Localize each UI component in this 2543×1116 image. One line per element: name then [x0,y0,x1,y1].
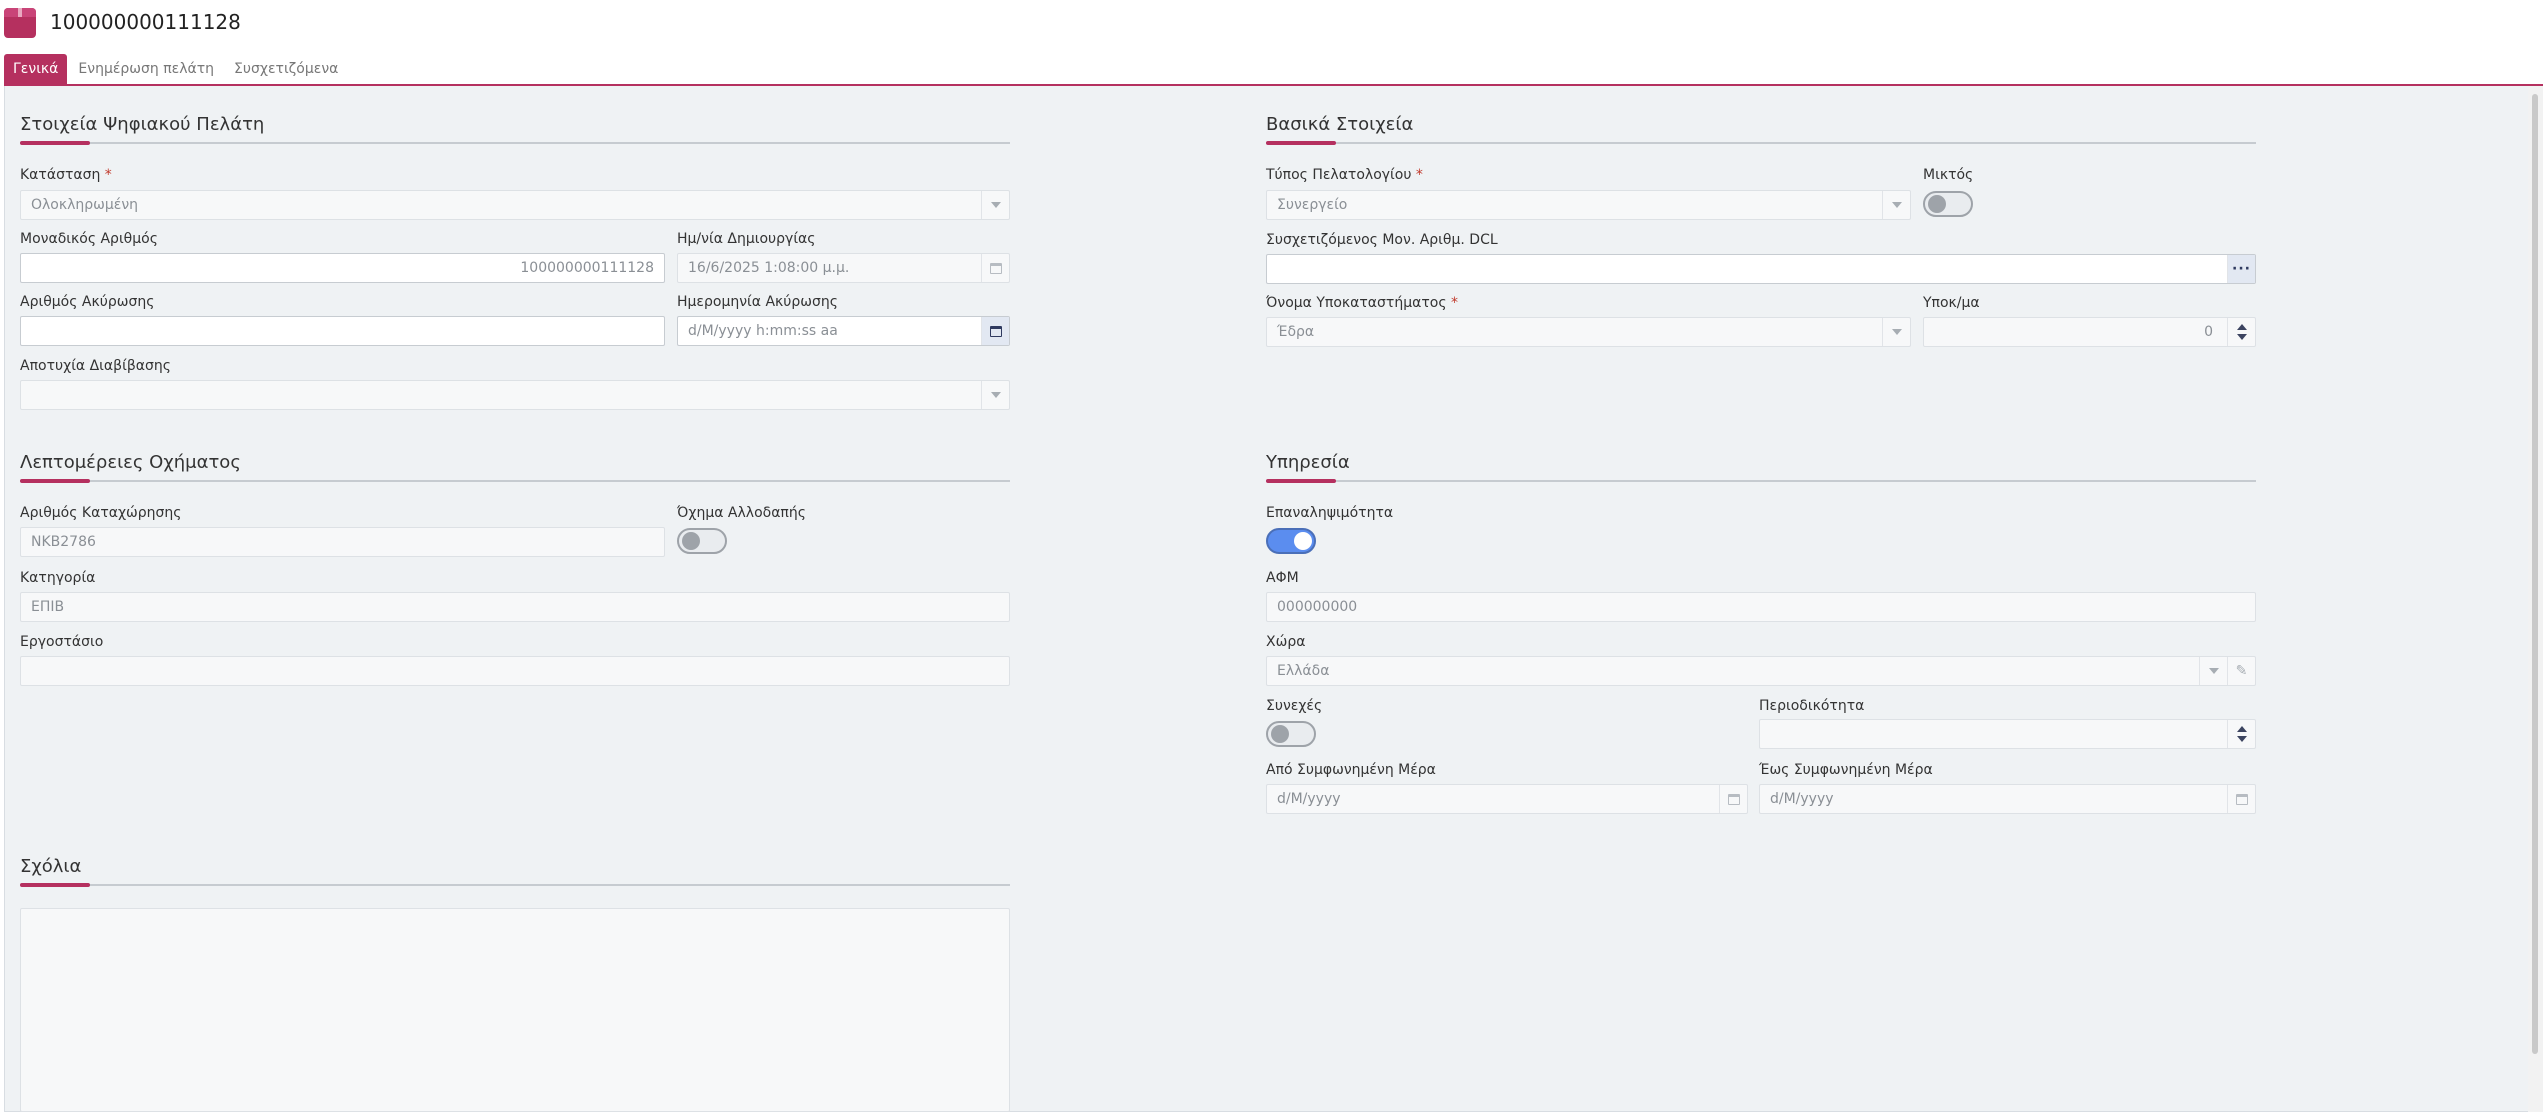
dcl-label: Συσχετιζόμενος Μον. Αριθμ. DCL [1266,232,1498,248]
scrollbar-thumb[interactable] [2532,94,2538,1054]
tab-bar: Γενικά Ενημέρωση πελάτη Συσχετιζόμενα [4,54,349,85]
created-date-field[interactable]: 16/6/2025 1:08:00 μ.μ. [677,253,1010,283]
calendar-icon [981,254,1009,282]
cancel-number-label: Αριθμός Ακύρωσης [20,294,155,310]
chevron-down-icon[interactable] [2199,657,2227,685]
calendar-icon[interactable] [1719,785,1747,813]
section-vehicle-details: Λεπτομέρειες Οχήματος [20,452,1010,483]
vertical-scrollbar[interactable] [2528,86,2543,1112]
chevron-down-icon[interactable] [1882,191,1910,219]
section-accent [20,141,90,145]
branch-name-label: Όνομα Υποκαταστήματος * [1266,295,1459,311]
calendar-icon[interactable] [2227,785,2255,813]
chevron-down-icon[interactable] [1882,318,1910,346]
foreign-vehicle-toggle[interactable] [677,528,727,554]
section-divider [1266,142,2256,144]
branch-number-field[interactable]: 0 [1923,317,2256,347]
factory-label: Εργοστάσιο [20,634,104,650]
calendar-icon[interactable] [981,317,1009,345]
continuous-toggle[interactable] [1266,721,1316,747]
cancel-number-field[interactable] [20,316,665,346]
factory-field[interactable] [20,656,1010,686]
mixed-toggle[interactable] [1923,191,1973,217]
spinner-arrows-icon[interactable] [2227,318,2255,346]
cancel-date-field[interactable]: d/M/yyyy h:mm:ss aa [677,316,1010,346]
category-field[interactable]: ΕΠΙΒ [20,592,1010,622]
comments-textarea[interactable] [20,908,1010,1112]
continuous-label: Συνεχές [1266,698,1323,714]
afm-label: ΑΦΜ [1266,570,1299,586]
country-select[interactable]: Ελλάδα ✎ [1266,656,2256,686]
section-divider [20,142,1010,144]
branch-number-label: Υποκ/μα [1923,295,1980,311]
category-label: Κατηγορία [20,570,96,586]
from-day-label: Από Συμφωνημένη Μέρα [1266,762,1436,778]
chevron-down-icon[interactable] [981,191,1009,219]
to-day-field[interactable]: d/M/yyyy [1759,784,2256,814]
repeatability-toggle[interactable] [1266,528,1316,554]
mixed-label: Μικτός [1923,167,1974,183]
client-type-label: Τύπος Πελατολογίου * [1266,167,1423,183]
section-title: Υπηρεσία [1266,452,1350,473]
pencil-icon[interactable]: ✎ [2227,657,2255,685]
form-content: Στοιχεία Ψηφιακού Πελάτη Κατάσταση * Ολο… [4,86,2528,1112]
section-accent [1266,479,1336,483]
ellipsis-icon[interactable]: ··· [2227,255,2255,283]
section-title: Λεπτομέρειες Οχήματος [20,452,241,473]
cancel-date-label: Ημερομηνία Ακύρωσης [677,294,838,310]
registration-number-label: Αριθμός Καταχώρησης [20,505,182,521]
status-label: Κατάσταση * [20,167,112,183]
spinner-arrows-icon[interactable] [2227,720,2255,748]
status-select[interactable]: Ολοκληρωμένη [20,190,1010,220]
afm-field[interactable]: 000000000 [1266,592,2256,622]
section-title: Βασικά Στοιχεία [1266,114,1414,135]
section-service: Υπηρεσία [1266,452,2256,483]
country-label: Χώρα [1266,634,1306,650]
periodicity-label: Περιοδικότητα [1759,698,1865,714]
branch-name-select[interactable]: Έδρα [1266,317,1911,347]
registration-number-field[interactable]: ΝΚΒ2786 [20,527,665,557]
from-day-field[interactable]: d/M/yyyy [1266,784,1748,814]
section-accent [1266,141,1336,145]
dcl-lookup-field[interactable]: ··· [1266,254,2256,284]
section-digital-customer: Στοιχεία Ψηφιακού Πελάτη [20,114,1010,145]
section-title: Στοιχεία Ψηφιακού Πελάτη [20,114,265,135]
foreign-vehicle-label: Όχημα Αλλοδαπής [677,505,806,521]
tab-general[interactable]: Γενικά [4,54,68,85]
repeatability-label: Επαναληψιμότητα [1266,505,1394,521]
transmission-failure-select[interactable] [20,380,1010,410]
section-basic-details: Βασικά Στοιχεία [1266,114,2256,145]
client-type-select[interactable]: Συνεργείο [1266,190,1911,220]
tab-related[interactable]: Συσχετιζόμενα [225,54,347,85]
periodicity-field[interactable] [1759,719,2256,749]
package-icon [4,8,36,38]
created-date-label: Ημ/νία Δημιουργίας [677,231,816,247]
section-accent [20,883,90,887]
page-title: 100000000111128 [50,10,241,34]
transmission-failure-label: Αποτυχία Διαβίβασης [20,358,171,374]
to-day-label: Έως Συμφωνημένη Μέρα [1759,762,1933,778]
section-divider [1266,480,2256,482]
section-divider [20,480,1010,482]
record-header: 100000000111128 [0,0,2543,52]
unique-number-label: Μοναδικός Αριθμός [20,231,158,247]
section-title: Σχόλια [20,856,82,877]
chevron-down-icon[interactable] [981,381,1009,409]
tab-customer-update[interactable]: Ενημέρωση πελάτη [69,54,223,85]
unique-number-field[interactable]: 100000000111128 [20,253,665,283]
section-accent [20,479,90,483]
section-comments: Σχόλια [20,856,1010,887]
section-divider [20,884,1010,886]
